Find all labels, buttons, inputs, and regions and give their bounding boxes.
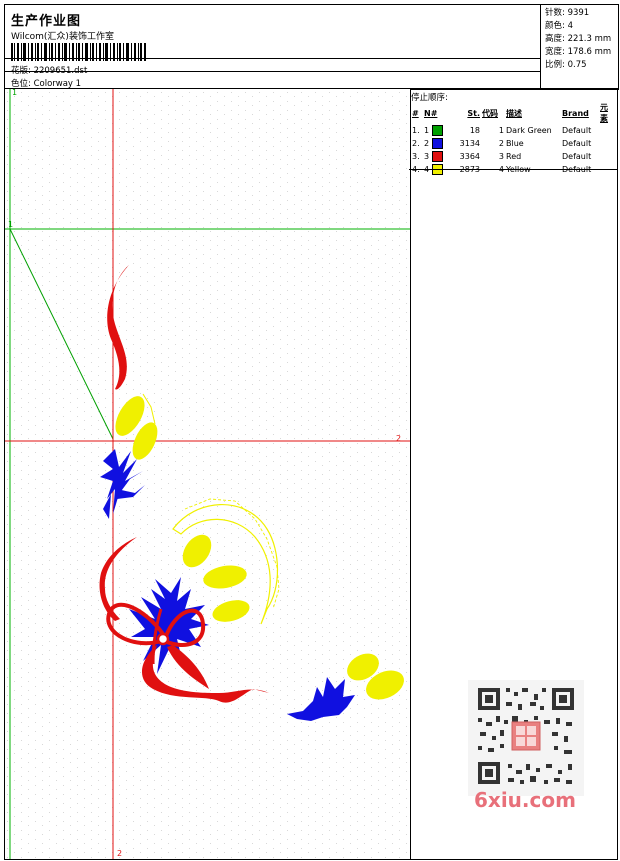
table-row: 1. 1 18 1 Dark Green Default — [411, 124, 616, 137]
col-brand: Brand — [562, 108, 589, 118]
row-element — [599, 124, 616, 137]
table-header-row: # N# St. 代码 描述 Brand 元素 — [411, 102, 616, 124]
color-swatch — [431, 125, 443, 136]
red-marker-bottom: 2 — [117, 849, 123, 858]
row-stitches: 3364 — [459, 152, 480, 161]
design-field: 花版: 2209651.dst — [11, 64, 87, 76]
stat-height: 高度: 221.3 mm — [545, 32, 611, 44]
row-desc: Red — [506, 152, 522, 161]
row-element — [599, 150, 616, 163]
studio-subtitle: Wilcom(汇众)装饰工作室 — [11, 32, 114, 42]
stat-label: 比例: — [545, 60, 565, 70]
header-panel: 生产作业图 Wilcom(汇众)装饰工作室 花版: 2209651.dst 色位… — [4, 4, 619, 90]
col-code: 代码 — [482, 108, 498, 118]
header-divider — [4, 58, 540, 59]
row-needle: 2 — [423, 137, 453, 150]
stat-value: 221.3 mm — [567, 34, 612, 44]
row-element — [599, 137, 616, 150]
stat-value: 0.75 — [567, 60, 587, 70]
watermark-site: 6xiu.com — [474, 788, 576, 812]
stat-width: 宽度: 178.6 mm — [545, 45, 611, 57]
row-desc: Dark Green — [506, 126, 552, 135]
design-preview-canvas: 1 1 2 2 — [4, 88, 411, 860]
header-divider-2 — [4, 71, 540, 72]
stat-label: 高度: — [545, 34, 565, 44]
stat-label: 颜色: — [545, 21, 565, 31]
stat-label: 针数: — [545, 8, 565, 18]
stats-panel: 针数: 9391 颜色: 4 高度: 221.3 mm 宽度: 178.6 mm… — [540, 4, 618, 88]
needle-number: 2 — [424, 139, 430, 148]
table-divider — [409, 169, 617, 170]
needle-number: 3 — [424, 152, 430, 161]
stat-value: 178.6 mm — [567, 47, 612, 57]
col-stitches: St. — [467, 108, 480, 118]
row-brand: Default — [562, 126, 592, 135]
row-desc: Blue — [506, 139, 524, 148]
stat-value: 4 — [567, 21, 573, 31]
row-index: 3. — [412, 152, 420, 161]
row-needle: 3 — [423, 150, 453, 163]
stat-value: 9391 — [567, 8, 590, 18]
row-code: 1 — [498, 126, 504, 135]
red-marker-right: 2 — [396, 434, 402, 443]
row-needle: 1 — [423, 124, 453, 137]
col-needle: N# — [424, 108, 438, 118]
table-row: 2. 2 3134 2 Blue Default — [411, 137, 616, 150]
needle-number: 1 — [424, 126, 430, 135]
green-marker-top: 1 — [12, 88, 18, 97]
stat-label: 宽度: — [545, 47, 565, 57]
row-stitches: 3134 — [459, 139, 480, 148]
green-marker-mid: 1 — [8, 220, 14, 229]
stat-colors: 颜色: 4 — [545, 19, 573, 31]
row-brand: Default — [562, 139, 592, 148]
row-index: 1. — [412, 126, 420, 135]
col-index: # — [412, 108, 419, 118]
col-desc: 描述 — [506, 108, 522, 118]
stat-stitches: 针数: 9391 — [545, 6, 589, 18]
color-swatch — [431, 151, 443, 162]
page-title: 生产作业图 — [11, 14, 82, 29]
row-code: 2 — [498, 139, 504, 148]
row-stitches: 18 — [469, 126, 480, 135]
row-brand: Default — [562, 152, 592, 161]
row-index: 2. — [412, 139, 420, 148]
stat-scale: 比例: 0.75 — [545, 58, 587, 70]
table-row: 3. 3 3364 3 Red Default — [411, 150, 616, 163]
embroidery-design-image — [5, 89, 410, 859]
col-element: 元素 — [600, 103, 608, 123]
row-code: 3 — [498, 152, 504, 161]
color-swatch — [431, 138, 443, 149]
stop-sequence-table: # N# St. 代码 描述 Brand 元素 1. 1 18 1 Dark G… — [411, 102, 616, 176]
